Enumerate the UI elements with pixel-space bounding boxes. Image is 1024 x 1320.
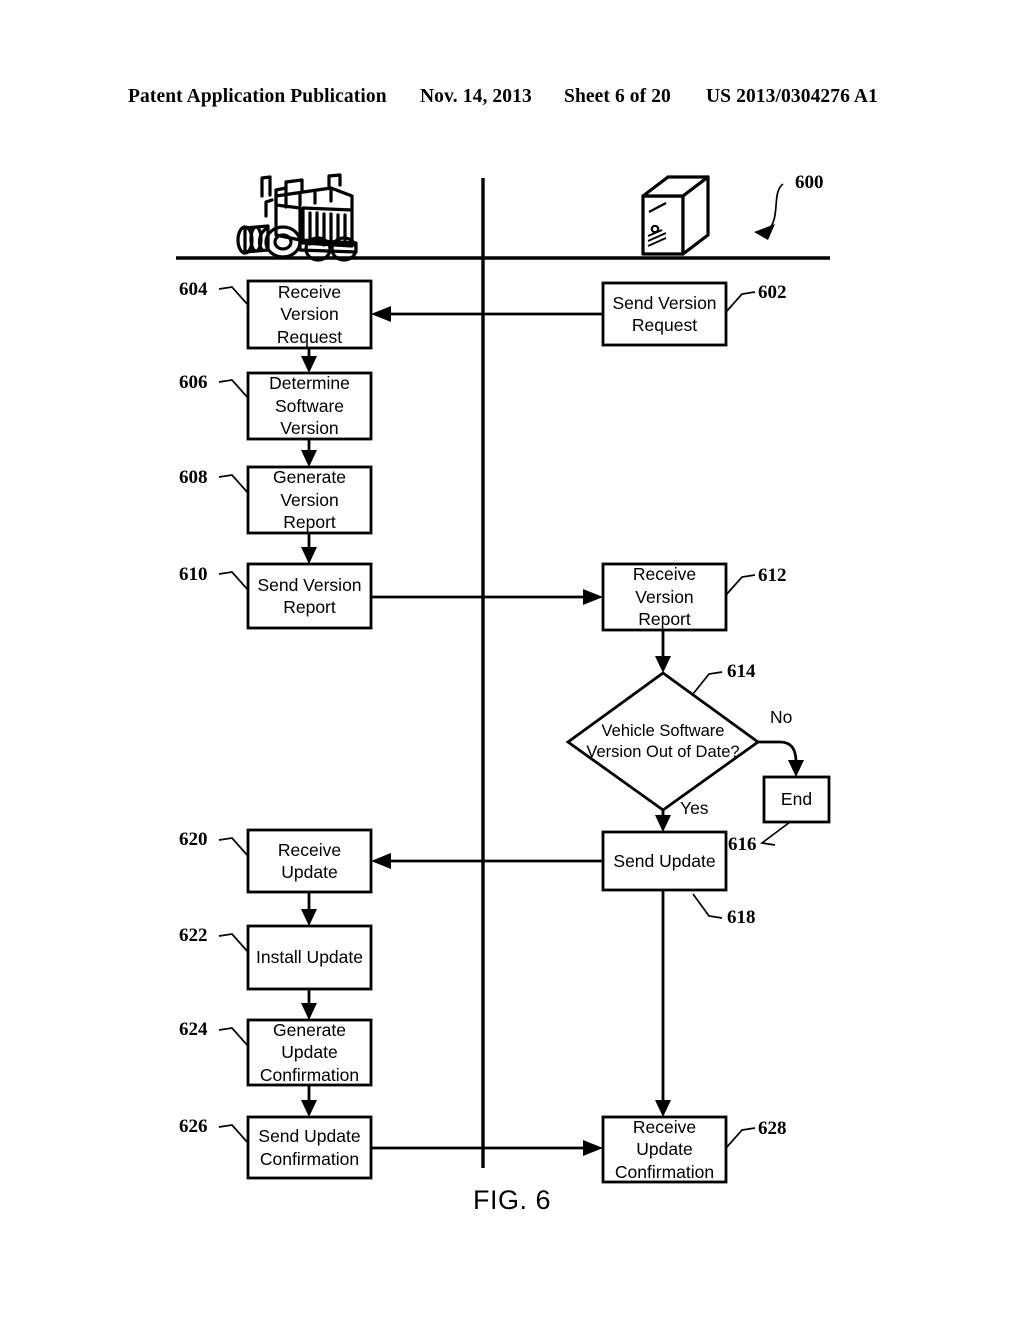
ref-number-614: 614 <box>727 661 756 682</box>
ref-number-600: 600 <box>795 172 824 193</box>
server-tower-icon <box>641 175 710 256</box>
connector-606-to-608 <box>301 439 317 467</box>
ref-number-620: 620 <box>179 829 208 850</box>
connector-618-to-628 <box>655 890 671 1117</box>
ref-number-610: 610 <box>179 564 208 585</box>
connector-624-to-626 <box>301 1085 317 1117</box>
node-622-label: Install Update <box>255 947 363 968</box>
node-624-label: Generate Update Confirmation <box>259 1019 360 1085</box>
connector-602-to-604 <box>371 306 603 322</box>
node-606-label: Determine Software Version <box>269 373 350 439</box>
node-620-label: Receive Update <box>277 839 342 883</box>
connector-608-to-610 <box>301 533 317 564</box>
node-628-label: Receive Update Confirmation <box>614 1116 715 1182</box>
ref-number-622: 622 <box>179 925 208 946</box>
ref-number-608: 608 <box>179 467 208 488</box>
branch-label-yes: Yes <box>680 798 709 818</box>
connector-622-to-624 <box>301 989 317 1020</box>
node-604-label: Receive Version Request <box>276 281 343 347</box>
ref-number-618: 618 <box>727 907 756 928</box>
patent-figure-page: Patent Application Publication Nov. 14, … <box>0 0 1024 1320</box>
ref-number-602: 602 <box>758 282 787 303</box>
ref-number-612: 612 <box>758 565 787 586</box>
connector-620-to-622 <box>301 892 317 926</box>
connector-604-to-606 <box>301 348 317 373</box>
figure-caption: FIG. 6 <box>472 1185 551 1215</box>
figure-ref-leader-600 <box>754 183 784 240</box>
node-616-label: End <box>780 789 813 810</box>
connector-612-to-614 <box>655 630 671 673</box>
connector-610-to-612 <box>371 589 603 605</box>
ref-number-628: 628 <box>758 1118 787 1139</box>
connector-614-yes-to-618 <box>655 810 671 832</box>
node-608-label: Generate Version Report <box>273 467 346 533</box>
node-602-label: Send Version Request <box>612 292 717 336</box>
connector-626-to-628 <box>371 1140 603 1156</box>
ref-number-606: 606 <box>179 372 208 393</box>
connector-618-to-620 <box>371 853 603 869</box>
node-612-label: Receive Version Report <box>632 564 697 630</box>
connector-614-no-to-616 <box>758 740 804 777</box>
node-610-label: Send Version Report <box>257 574 362 618</box>
ref-number-616: 616 <box>728 834 757 855</box>
ref-number-626: 626 <box>179 1116 208 1137</box>
ref-number-624: 624 <box>179 1019 208 1040</box>
branch-label-no: No <box>770 707 793 727</box>
ref-number-604: 604 <box>179 279 208 300</box>
node-626-label: Send Update Confirmation <box>258 1126 361 1169</box>
flowchart-diagram: 616 (curved) --> 618 --> <box>176 173 831 1184</box>
node-618-label: Send Update <box>613 850 716 871</box>
node-614-label: Vehicle Software Version Out of Date? <box>586 722 740 761</box>
semi-truck-icon <box>236 173 358 262</box>
